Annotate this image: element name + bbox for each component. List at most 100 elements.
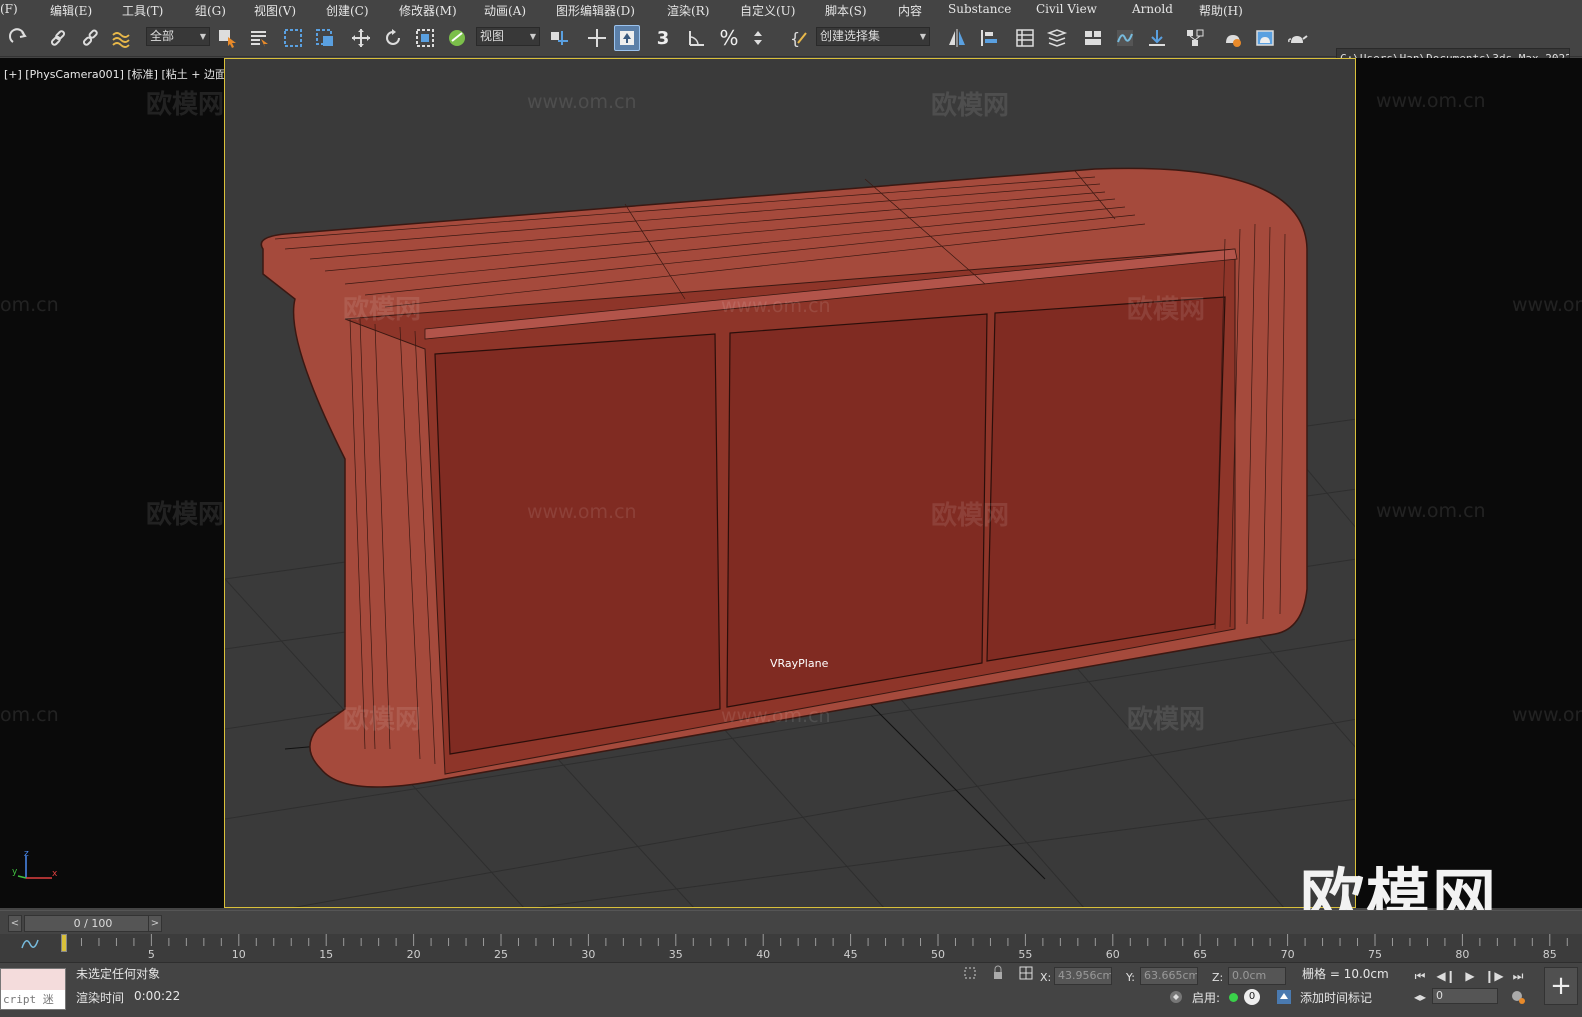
ribbon-icon — [1085, 31, 1101, 45]
menu-view[interactable]: 视图(V) — [254, 2, 296, 19]
select-object-button[interactable] — [214, 25, 240, 51]
window-crossing-icon — [316, 29, 333, 46]
render-production-button[interactable] — [1284, 25, 1310, 51]
scale-icon — [416, 29, 434, 47]
selection-filter-dropdown[interactable]: 全部 ▼ — [146, 27, 210, 46]
viewport-left-blank — [0, 58, 224, 908]
viewport-label[interactable]: [+] [PhysCamera001] [标准] [粘土 + 边面] — [4, 66, 230, 82]
go-to-start-button[interactable]: ⏮ — [1410, 966, 1430, 986]
absolute-mode-icon[interactable] — [1018, 965, 1034, 981]
time-config-icon[interactable] — [1510, 989, 1526, 1005]
snap-value: 3 — [656, 27, 670, 49]
svg-text:{: { — [790, 29, 800, 48]
rect-selection-icon — [284, 29, 302, 47]
next-key-button[interactable]: ❙▶ — [1484, 966, 1504, 986]
ribbon-toggle-button[interactable] — [1080, 25, 1106, 51]
track-tick-label: 25 — [494, 948, 508, 961]
track-tick-label: 60 — [1105, 948, 1120, 961]
snaps-toggle-button[interactable]: 3 — [650, 25, 676, 51]
layer-explorer-button[interactable] — [1044, 25, 1070, 51]
watermark: 欧模网 — [343, 705, 422, 735]
percent-snap-button[interactable]: % — [716, 25, 742, 51]
schematic-view-button[interactable] — [1144, 25, 1170, 51]
y-coordinate-field[interactable]: 63.665cm — [1140, 967, 1198, 985]
rendered-frame-window-button[interactable] — [1252, 25, 1278, 51]
dropdown-arrow-icon: ▼ — [529, 32, 536, 41]
link-icon — [50, 30, 66, 46]
menu-edit[interactable]: 编辑(E) — [50, 2, 92, 19]
z-coordinate-field[interactable]: 0.0cm — [1228, 967, 1286, 985]
lock-icon[interactable] — [990, 965, 1006, 981]
menu-scripting[interactable]: 脚本(S) — [825, 2, 867, 19]
select-by-name-button[interactable] — [246, 25, 272, 51]
track-tick-label: 45 — [843, 948, 858, 961]
track-bar[interactable]: 5 10 15 20 25 30 35 40 45 50 55 60 65 70 75 80 85 — [0, 934, 1582, 962]
key-mode-toggle[interactable]: ◂▸ — [1410, 987, 1430, 1007]
watermark: 欧模网 — [146, 500, 225, 530]
list-select-icon — [251, 31, 268, 47]
reference-coordinate-dropdown[interactable]: 视图 ▼ — [476, 27, 540, 46]
edit-named-selection-button[interactable]: { — [786, 25, 812, 51]
menu-arnold[interactable]: Arnold — [1132, 2, 1173, 16]
rotate-button[interactable] — [380, 25, 406, 51]
enable-count-badge[interactable]: 0 — [1244, 989, 1260, 1005]
link-button[interactable] — [45, 25, 71, 51]
play-button[interactable]: ▶ — [1460, 966, 1480, 986]
unlink-button[interactable] — [77, 25, 103, 51]
redo-button[interactable] — [6, 25, 32, 51]
menu-civil-view[interactable]: Civil View — [1036, 2, 1097, 16]
align-button[interactable] — [976, 25, 1002, 51]
camera-viewport[interactable]: 欧模网 www.om.cn 欧模网 欧模网 www.om.cn 欧模网 欧模网 … — [224, 58, 1356, 908]
go-to-end-icon: ⏭ — [1512, 969, 1524, 983]
menu-tools[interactable]: 工具(T) — [122, 2, 163, 19]
isolate-selection-icon[interactable] — [962, 965, 978, 981]
time-slider-handle[interactable]: 0 / 100 — [24, 915, 162, 932]
render-setup-button[interactable] — [1220, 25, 1246, 51]
svg-text:z: z — [24, 850, 29, 859]
next-frame-button[interactable]: > — [148, 915, 162, 932]
scale-button[interactable] — [412, 25, 438, 51]
menu-graph-editors[interactable]: 图形编辑器(D) — [556, 2, 635, 19]
bind-space-warp-button[interactable] — [108, 25, 134, 51]
add-viewport-button[interactable]: + — [1544, 967, 1578, 1005]
move-button[interactable] — [348, 25, 374, 51]
keyboard-shortcut-override-button[interactable] — [614, 25, 640, 51]
maxscript-input[interactable]: cript 迷 — [1, 990, 65, 1009]
x-coordinate-field[interactable]: 43.956cm — [1054, 967, 1112, 985]
select-manipulate-button[interactable] — [584, 25, 610, 51]
curve-editor-button[interactable] — [1112, 25, 1138, 51]
spinner-snap-button[interactable] — [748, 25, 774, 51]
menu-substance[interactable]: Substance — [948, 2, 1011, 16]
render-time-value: 0:00:22 — [134, 989, 181, 1003]
axis-tripod-icon: z x y — [12, 850, 58, 879]
scene-explorer-button[interactable] — [1012, 25, 1038, 51]
menu-customize[interactable]: 自定义(U) — [740, 2, 795, 19]
menu-rendering[interactable]: 渲染(R) — [667, 2, 709, 19]
mirror-button[interactable] — [944, 25, 970, 51]
menu-help[interactable]: 帮助(H) — [1199, 2, 1243, 19]
menu-file[interactable]: (F) — [0, 2, 18, 16]
go-to-end-button[interactable]: ⏭ — [1508, 966, 1528, 986]
current-frame-field[interactable]: 0 — [1432, 988, 1498, 1004]
watermark: 欧模网 — [1127, 705, 1206, 735]
menu-group[interactable]: 组(G) — [195, 2, 226, 19]
time-tag-icon[interactable] — [1276, 989, 1292, 1005]
maxscript-listener[interactable]: cript 迷 — [0, 968, 66, 1010]
pivot-center-button[interactable] — [546, 25, 572, 51]
watermark: 欧模网 — [1127, 295, 1206, 325]
current-frame-marker[interactable] — [61, 934, 67, 952]
placement-button[interactable] — [444, 25, 470, 51]
material-editor-button[interactable] — [1182, 25, 1208, 51]
angle-snap-button[interactable] — [684, 25, 710, 51]
adaptive-degradation-icon[interactable] — [1168, 989, 1184, 1005]
named-selection-set-dropdown[interactable]: 创建选择集 ▼ — [816, 27, 930, 46]
rectangular-selection-button[interactable] — [280, 25, 306, 51]
menu-content[interactable]: 内容 — [898, 2, 922, 19]
menu-modifiers[interactable]: 修改器(M) — [399, 2, 457, 19]
previous-key-button[interactable]: ◀❙ — [1436, 966, 1456, 986]
menu-create[interactable]: 创建(C) — [326, 2, 369, 19]
previous-frame-button[interactable]: < — [8, 915, 22, 932]
window-crossing-button[interactable] — [312, 25, 338, 51]
menu-animation[interactable]: 动画(A) — [484, 2, 526, 19]
add-time-tag[interactable]: 添加时间标记 — [1300, 989, 1372, 1006]
